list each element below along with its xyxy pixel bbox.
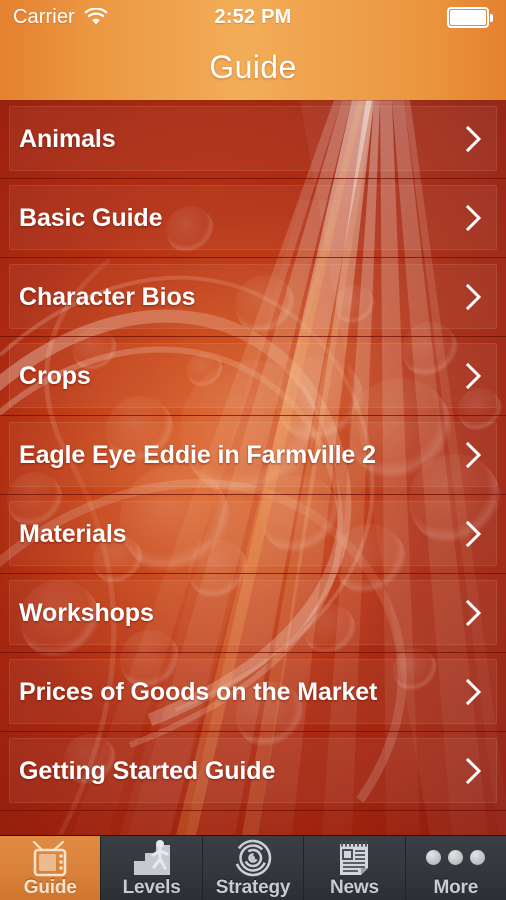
- chevron-right-icon: [464, 282, 484, 312]
- tab-label: Guide: [23, 876, 77, 898]
- notepad-icon: [337, 839, 371, 877]
- ellipsis-icon: [426, 839, 486, 877]
- tab-levels[interactable]: Levels: [101, 836, 203, 900]
- list-item[interactable]: Basic Guide: [0, 179, 506, 258]
- tab-label: More: [433, 876, 479, 898]
- list-item[interactable]: Getting Started Guide: [0, 732, 506, 811]
- page-title: Guide: [209, 48, 297, 85]
- maze-icon: [234, 839, 272, 877]
- list-item-label: Eagle Eye Eddie in Farmville 2: [19, 440, 376, 469]
- tab-label: Levels: [122, 876, 181, 898]
- navigation-bar: Carrier 2:52 PM Guide: [0, 0, 506, 100]
- chevron-right-icon: [464, 203, 484, 233]
- tab-strategy[interactable]: Strategy: [203, 836, 305, 900]
- list-item[interactable]: Prices of Goods on the Market: [0, 653, 506, 732]
- list-item-label: Basic Guide: [19, 203, 163, 232]
- list-item[interactable]: Materials: [0, 495, 506, 574]
- status-bar: Carrier 2:52 PM: [0, 0, 506, 34]
- list-item-label: Workshops: [19, 598, 154, 627]
- status-bar-left: Carrier: [13, 6, 108, 29]
- list-item-label: Animals: [19, 124, 116, 153]
- status-bar-right: [447, 6, 493, 28]
- app-screen: Animals Basic Guide Character Bios Crops Eag…: [0, 0, 506, 900]
- chevron-right-icon: [464, 361, 484, 391]
- list-item[interactable]: Crops: [0, 337, 506, 416]
- stairs-person-icon: [131, 839, 173, 877]
- list-item-label: Prices of Goods on the Market: [19, 677, 378, 706]
- wifi-icon: [84, 7, 108, 27]
- chevron-right-icon: [464, 598, 484, 628]
- chevron-right-icon: [464, 124, 484, 154]
- chevron-right-icon: [464, 519, 484, 549]
- television-icon: [30, 839, 70, 877]
- list-item[interactable]: Eagle Eye Eddie in Farmville 2: [0, 416, 506, 495]
- carrier-label: Carrier: [13, 5, 75, 28]
- tab-more[interactable]: More: [406, 836, 506, 900]
- chevron-right-icon: [464, 677, 484, 707]
- tab-bar[interactable]: Guide Levels Strategy News More: [0, 835, 506, 900]
- tab-label: News: [330, 876, 379, 898]
- list-item-label: Materials: [19, 519, 127, 548]
- list-item[interactable]: Character Bios: [0, 258, 506, 337]
- list-item-label: Getting Started Guide: [19, 756, 276, 785]
- battery-icon: [447, 6, 493, 28]
- tab-news[interactable]: News: [304, 836, 406, 900]
- tab-guide[interactable]: Guide: [0, 836, 102, 900]
- tab-label: Strategy: [215, 876, 291, 898]
- list-item-label: Crops: [19, 361, 91, 390]
- list-item[interactable]: Animals: [0, 100, 506, 179]
- list-item[interactable]: Workshops: [0, 574, 506, 653]
- list-item-label: Character Bios: [19, 282, 196, 311]
- guide-list[interactable]: Animals Basic Guide Character Bios Crops Eag…: [0, 100, 506, 835]
- chevron-right-icon: [464, 440, 484, 470]
- chevron-right-icon: [464, 756, 484, 786]
